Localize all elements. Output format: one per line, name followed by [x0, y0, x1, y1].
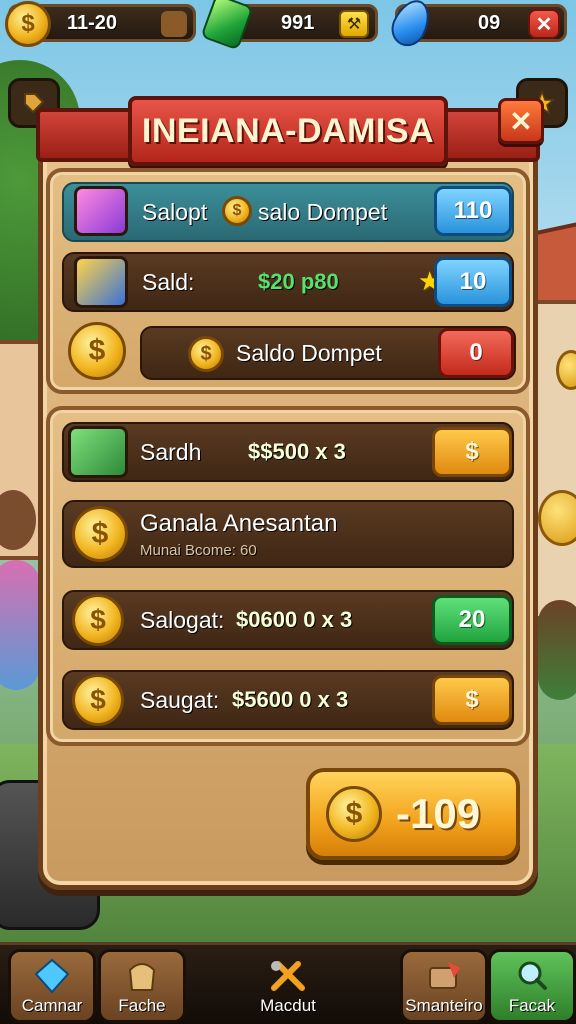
row-label: Saldo Dompet [236, 339, 382, 366]
coin-icon: $ [72, 594, 124, 646]
wallet-section: Salopt $ salo Dompet 110 Sald: $20 p80 ★… [46, 168, 530, 394]
nav-label: Macdut [260, 996, 316, 1015]
row-sublabel: Munai Bcome: 60 [140, 542, 257, 559]
coins-bar-end [161, 11, 187, 37]
villager-character [0, 560, 40, 690]
gems-counter[interactable]: 991 ⚒ [200, 0, 378, 51]
row-label: Ganala Anesantan [140, 510, 338, 537]
villager-character [538, 600, 576, 700]
list-item: Salopt $ salo Dompet 110 [62, 182, 514, 242]
row-action-button[interactable]: $ [432, 427, 512, 477]
list-item: $ Salogat: $0600 0 x 3 20 [62, 590, 514, 650]
row-label: Sald: [142, 268, 195, 295]
coins-value: 11-20 [67, 11, 118, 34]
gems-value: 991 [281, 11, 315, 34]
nav-item-facak[interactable]: Facak [488, 949, 576, 1023]
row-label: Saugat: [140, 686, 220, 713]
search-icon [518, 961, 547, 990]
bag-icon [128, 963, 156, 991]
row-label: Sardh [140, 438, 202, 465]
row-action-button[interactable]: 10 [434, 257, 512, 307]
nav-item-smanteiro[interactable]: Smanteiro [400, 949, 488, 1023]
bottom-nav: Camnar Fache Macdut Smanteiro Facak [0, 942, 576, 1024]
coin-icon: $ [5, 1, 51, 47]
coin-icon: $ [72, 506, 128, 562]
green-gem-icon [200, 0, 254, 51]
nav-item-fache[interactable]: Fache [98, 949, 186, 1023]
nav-label: Camnar [21, 996, 83, 1015]
tools-button[interactable]: ⚒ [339, 10, 369, 38]
close-dialog-button[interactable]: ✕ [498, 98, 544, 144]
rewards-section: Sardh $$500 x 3 $ $ Ganala Anesantan Mun… [46, 406, 530, 746]
row-action-button[interactable]: 0 [438, 328, 514, 378]
collect-button[interactable]: $ -109 [306, 768, 520, 860]
coin-icon: $ [326, 786, 382, 842]
row-amount: $5600 0 x 3 [232, 687, 349, 712]
row-action-button[interactable]: $ [432, 675, 512, 725]
close-top-button[interactable]: ✕ [528, 9, 560, 39]
resource-bar: $ 11-20 991 ⚒ 09 ✕ [0, 0, 576, 52]
collect-value: -109 [396, 790, 481, 837]
nav-label: Fache [118, 996, 166, 1015]
row-label-secondary: salo Dompet [258, 198, 388, 225]
list-item: Sald: $20 p80 ★ 10 [62, 252, 514, 312]
close-icon: ✕ [535, 13, 553, 36]
dialog-title: INEIANA-DAMISA [141, 111, 435, 150]
gem-icon [34, 958, 70, 994]
nav-item-camnar[interactable]: Camnar [8, 949, 96, 1023]
list-item: $ Saugat: $5600 0 x 3 $ [62, 670, 514, 730]
chest-icon [68, 426, 128, 478]
tools-icon: ⚒ [346, 16, 362, 33]
nav-item-macdut[interactable]: Macdut [244, 949, 332, 1023]
close-icon: ✕ [509, 105, 533, 137]
coin-icon: $ [188, 336, 224, 372]
tools-icon [271, 961, 305, 991]
blue-crystal-icon [385, 0, 437, 52]
nav-label: Facak [508, 996, 556, 1015]
row-amount: $20 p80 [258, 269, 339, 294]
list-item: $ Saldo Dompet 0 [140, 326, 516, 380]
row-amount: $0600 0 x 3 [236, 607, 353, 632]
crystals-counter[interactable]: 09 ✕ [385, 0, 567, 52]
chest-icon [74, 256, 128, 308]
nav-label: Smanteiro [405, 996, 483, 1015]
coin-icon: $ [72, 674, 124, 726]
dialog-title-banner: INEIANA-DAMISA [128, 96, 448, 166]
row-label: Salopt [142, 198, 208, 225]
list-item: Sardh $$500 x 3 $ [62, 422, 514, 482]
book-icon [429, 962, 460, 989]
coin-icon: $ [222, 196, 252, 226]
coins-counter[interactable]: $ 11-20 [5, 1, 196, 47]
row-amount: $$500 x 3 [248, 439, 346, 464]
row-label: Salogat: [140, 606, 225, 633]
row-action-button[interactable]: 110 [434, 186, 512, 236]
crystals-value: 09 [478, 11, 501, 34]
list-item: $ Ganala Anesantan Munai Bcome: 60 [62, 500, 514, 568]
row-action-button[interactable]: 20 [432, 595, 512, 645]
chest-icon [74, 186, 128, 236]
coin-icon: $ [68, 322, 126, 380]
